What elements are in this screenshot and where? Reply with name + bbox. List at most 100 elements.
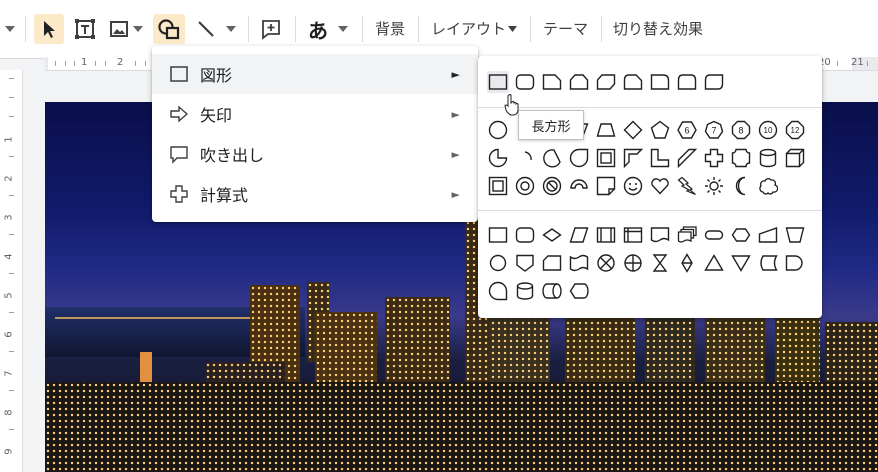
shape-donut[interactable] [514, 175, 536, 197]
shape-flowchart-terminator[interactable] [703, 224, 725, 246]
vertical-ruler[interactable]: 1 2 3 4 5 6 7 8 9 [0, 70, 23, 472]
background-button[interactable]: 背景 [375, 14, 405, 44]
shape-tool-button[interactable] [153, 14, 185, 44]
shape-plaque[interactable] [730, 147, 752, 169]
shape-moon[interactable] [730, 175, 752, 197]
flowchart-alternate-process-icon [515, 227, 535, 243]
heart-icon [651, 178, 669, 195]
flowchart-card-icon [542, 255, 562, 271]
shape-dodecagon[interactable]: 12 [784, 119, 806, 141]
insert-image-button[interactable] [105, 14, 147, 44]
shape-block-arc[interactable] [568, 175, 590, 197]
ruler-tick [9, 195, 14, 196]
flowchart-direct-access-icon [542, 283, 562, 299]
shape-round-same-side[interactable] [676, 71, 698, 93]
shape-flowchart-punched-tape[interactable] [568, 252, 590, 274]
shape-flowchart-or[interactable] [622, 252, 644, 274]
shape-rectangle[interactable] [487, 71, 509, 93]
shape-flowchart-summing-junction[interactable] [595, 252, 617, 274]
shape-flowchart-decision[interactable] [541, 224, 563, 246]
shape-flowchart-direct-access[interactable] [541, 280, 563, 302]
toolbar-divider [418, 16, 419, 42]
shape-half-frame[interactable] [622, 147, 644, 169]
shape-diagonal-stripe[interactable] [676, 147, 698, 169]
shape-rounded-rectangle[interactable] [514, 71, 536, 93]
shape-flowchart-document[interactable] [649, 224, 671, 246]
shape-snip-corner-rectangle[interactable] [541, 71, 563, 93]
shape-diamond[interactable] [622, 119, 644, 141]
shape-pentagon[interactable] [649, 119, 671, 141]
shape-hexagon[interactable]: 6 [676, 119, 698, 141]
shape-arc[interactable] [514, 147, 536, 169]
shape-flowchart-magnetic-disk[interactable] [514, 280, 536, 302]
square-outline-icon [169, 64, 189, 84]
input-tools-button[interactable]: あ [302, 14, 354, 44]
shape-flowchart-sort[interactable] [676, 252, 698, 274]
ferry-building-tower [140, 352, 152, 382]
shape-teardrop[interactable] [568, 147, 590, 169]
shape-folded-corner[interactable] [595, 175, 617, 197]
shape-flowchart-connector[interactable] [487, 252, 509, 274]
shape-flowchart-multidocument[interactable] [676, 224, 698, 246]
shape-flowchart-stored-data[interactable] [757, 252, 779, 274]
flowchart-decision-icon [542, 228, 562, 242]
shape-snip-same-side[interactable] [568, 71, 590, 93]
shape-flowchart-display[interactable] [568, 280, 590, 302]
shape-decagon[interactable]: 10 [757, 119, 779, 141]
shape-can[interactable] [757, 147, 779, 169]
shape-heart[interactable] [649, 175, 671, 197]
shape-flowchart-preparation[interactable] [730, 224, 752, 246]
shape-flowchart-manual-input[interactable] [757, 224, 779, 246]
shape-no-symbol[interactable] [541, 175, 563, 197]
ruler-label: 3 [3, 214, 15, 221]
shape-flowchart-internal-storage[interactable] [622, 224, 644, 246]
layout-button[interactable]: レイアウト [431, 14, 518, 44]
theme-button[interactable]: テーマ [543, 14, 588, 44]
shape-heptagon[interactable]: 7 [703, 119, 725, 141]
shape-snip-diagonal[interactable] [595, 71, 617, 93]
shape-smiley-face[interactable] [622, 175, 644, 197]
shape-flowchart-delay[interactable] [784, 252, 806, 274]
shape-frame[interactable] [595, 147, 617, 169]
shape-flowchart-process[interactable] [487, 224, 509, 246]
shape-flowchart-alternate-process[interactable] [514, 224, 536, 246]
shape-chord[interactable] [541, 147, 563, 169]
shape-round-diagonal[interactable] [703, 71, 725, 93]
line-tool-button[interactable] [191, 14, 241, 44]
shape-flowchart-predefined-process[interactable] [595, 224, 617, 246]
shape-pie[interactable] [487, 147, 509, 169]
shape-round-corner[interactable] [649, 71, 671, 93]
shape-cube[interactable] [784, 147, 806, 169]
shape-sun[interactable] [703, 175, 725, 197]
shape-lightning-bolt[interactable] [676, 175, 698, 197]
shape-snip-round[interactable] [622, 71, 644, 93]
shape-flowchart-collate[interactable] [649, 252, 671, 274]
shape-flowchart-data[interactable] [568, 224, 590, 246]
shape-flowchart-offpage-connector[interactable] [514, 252, 536, 274]
shape-flowchart-extract[interactable] [703, 252, 725, 274]
shape-l-shape[interactable] [649, 147, 671, 169]
menu-item-callouts[interactable]: 吹き出し ► [152, 134, 478, 174]
shape-plus[interactable] [703, 147, 725, 169]
shape-flowchart-card[interactable] [541, 252, 563, 274]
shape-octagon[interactable]: 8 [730, 119, 752, 141]
add-comment-button[interactable] [256, 14, 286, 44]
more-options-dropdown[interactable] [2, 14, 18, 44]
flowchart-process-icon [488, 227, 508, 243]
menu-item-arrows[interactable]: 矢印 ► [152, 94, 478, 134]
transition-button[interactable]: 切り替え効果 [613, 14, 703, 44]
text-box-button[interactable] [70, 14, 100, 44]
shape-oval[interactable] [487, 119, 509, 141]
shape-cloud[interactable] [757, 175, 779, 197]
shape-flowchart-sequential-access[interactable] [487, 280, 509, 302]
lightning-bolt-icon [677, 176, 696, 196]
flowchart-punched-tape-icon [569, 254, 589, 272]
menu-item-equation[interactable]: 計算式 ► [152, 174, 478, 214]
shape-bevel[interactable] [487, 175, 509, 197]
menu-item-shapes[interactable]: 図形 ► [152, 54, 478, 94]
flowchart-display-icon [569, 283, 589, 299]
shape-trapezoid[interactable] [595, 119, 617, 141]
shape-flowchart-merge[interactable] [730, 252, 752, 274]
shape-flowchart-manual-operation[interactable] [784, 224, 806, 246]
select-tool-button[interactable] [34, 14, 64, 44]
